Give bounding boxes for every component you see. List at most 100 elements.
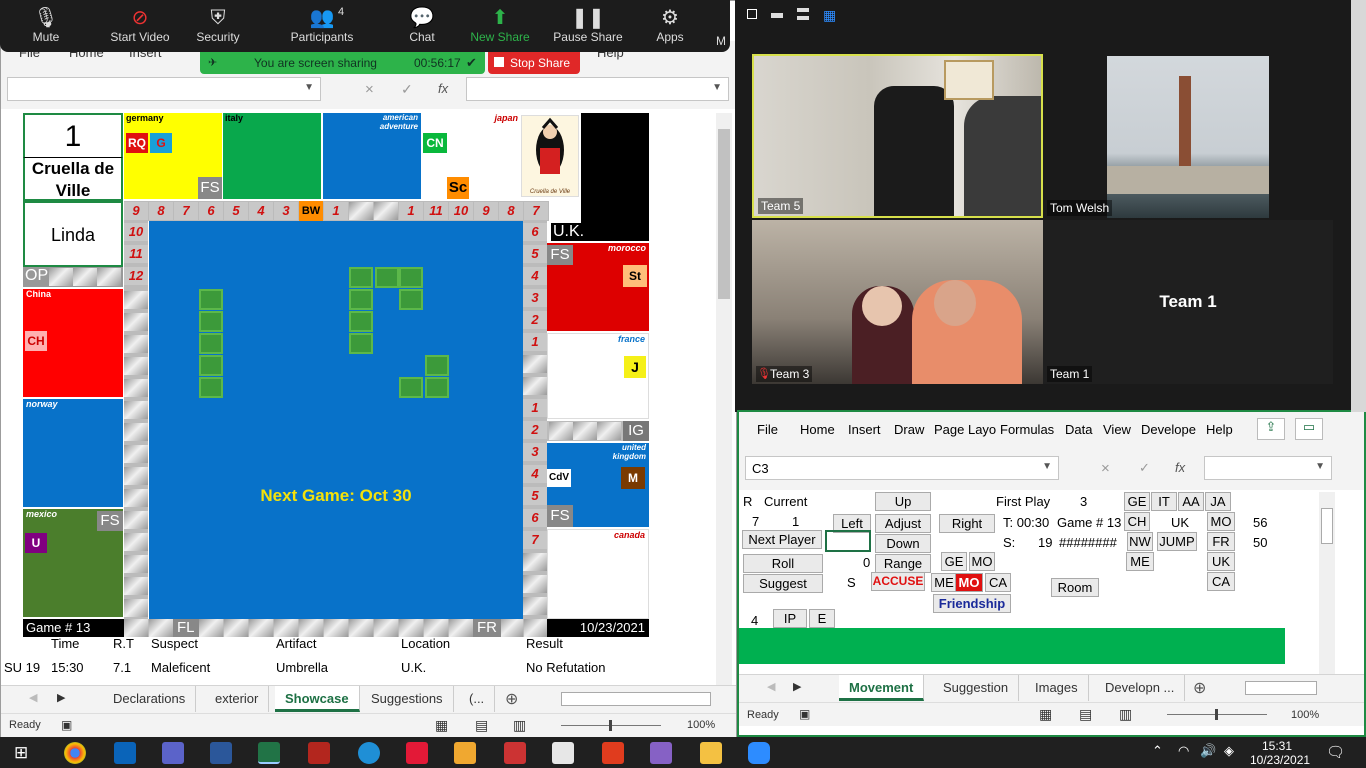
chevron-up-icon[interactable]: ⌃ xyxy=(1152,743,1163,759)
vertical-scrollbar[interactable] xyxy=(716,113,732,687)
me-button[interactable]: ME xyxy=(1126,552,1154,571)
page-layout-icon[interactable]: ▤ xyxy=(475,717,488,734)
video-tile-tom-welsh[interactable]: Tom Welsh xyxy=(1043,54,1333,218)
file-explorer-icon[interactable] xyxy=(700,742,722,764)
window-icon[interactable] xyxy=(747,9,757,19)
graph-app-icon[interactable] xyxy=(504,742,526,764)
chevron-down-icon[interactable]: ▼ xyxy=(712,82,722,93)
ribbon-data[interactable]: Data xyxy=(1065,422,1092,437)
formula-input[interactable]: ▼ xyxy=(466,77,729,101)
zoom-app-icon[interactable] xyxy=(748,742,770,764)
page-break-icon[interactable]: ▥ xyxy=(513,717,526,734)
scroll-thumb[interactable] xyxy=(718,129,730,299)
enter-icon[interactable]: ✓ xyxy=(1139,460,1150,476)
tab-next-icon[interactable]: ▶ xyxy=(793,680,801,693)
ribbon-draw[interactable]: Draw xyxy=(894,422,924,437)
add-sheet-icon[interactable]: ⊕ xyxy=(505,689,518,709)
start-video-button[interactable]: ⊘ Start Video xyxy=(96,6,184,44)
ribbon-formulas[interactable]: Formulas xyxy=(1000,422,1054,437)
ca-button-2[interactable]: CA xyxy=(985,573,1011,592)
windows-start-icon[interactable]: ⊞ xyxy=(14,743,28,763)
horizontal-scrollbar[interactable] xyxy=(561,692,711,706)
gallery-view-icon[interactable]: ▦ xyxy=(823,7,836,24)
ge-button[interactable]: GE xyxy=(1124,492,1150,511)
mute-button[interactable]: 🎙 Mute xyxy=(6,6,86,44)
ge-button-2[interactable]: GE xyxy=(941,552,967,571)
friendship-button[interactable]: Friendship xyxy=(933,594,1011,613)
adjust-button[interactable]: Adjust xyxy=(875,514,931,533)
pin-icon[interactable]: ✈ xyxy=(208,56,217,69)
video-tile-team3[interactable]: Team 3 🎙 xyxy=(752,220,1043,384)
page-layout-icon[interactable]: ▤ xyxy=(1079,706,1092,723)
e-button[interactable]: E xyxy=(809,609,835,628)
ribbon-insert[interactable]: Insert xyxy=(848,422,881,437)
volume-icon[interactable]: 🔊 xyxy=(1200,743,1216,759)
chevron-down-icon[interactable]: ▼ xyxy=(304,82,314,93)
tab-suggestion[interactable]: Suggestion xyxy=(933,675,1020,701)
up-button[interactable]: Up xyxy=(875,492,931,511)
me-button-2[interactable]: ME xyxy=(931,573,957,592)
accessibility-icon[interactable]: ▣ xyxy=(799,707,810,721)
ribbon-help[interactable]: Help xyxy=(1206,422,1233,437)
tab-more[interactable]: (... xyxy=(459,686,496,712)
roll-button[interactable]: Roll xyxy=(743,554,823,573)
wifi-icon[interactable]: ◠ xyxy=(1178,743,1189,759)
mo-button-2[interactable]: MO xyxy=(969,552,995,571)
internet-explorer-icon[interactable] xyxy=(358,742,380,764)
next-player-button[interactable]: Next Player xyxy=(742,530,822,549)
add-sheet-icon[interactable]: ⊕ xyxy=(1193,678,1206,698)
stop-share-button[interactable]: Stop Share xyxy=(488,52,580,74)
new-share-button[interactable]: ⬆ New Share xyxy=(460,6,540,44)
office-icon[interactable] xyxy=(602,742,624,764)
sheet-grid[interactable]: 1 Cruella de Ville Linda OP germany RQ G… xyxy=(1,111,716,687)
aa-button[interactable]: AA xyxy=(1178,492,1204,511)
tab-declarations[interactable]: Declarations xyxy=(103,686,197,712)
media-player-icon[interactable] xyxy=(454,742,476,764)
chevron-down-icon[interactable]: ▼ xyxy=(1315,461,1325,472)
chevron-down-icon[interactable]: ▼ xyxy=(1042,461,1052,472)
ribbon-developer[interactable]: Develope xyxy=(1141,422,1196,437)
tab-images[interactable]: Images xyxy=(1025,675,1089,701)
function-icon[interactable]: fx xyxy=(438,81,448,96)
zoom-thumb[interactable] xyxy=(1215,709,1218,720)
tab-movement[interactable]: Movement xyxy=(839,675,925,701)
excel-icon[interactable] xyxy=(258,742,280,764)
chrome-icon[interactable] xyxy=(64,742,86,764)
ribbon-page-layout[interactable]: Page Layo xyxy=(934,422,996,437)
it-button[interactable]: IT xyxy=(1151,492,1177,511)
ribbon-file[interactable]: File xyxy=(757,422,778,437)
zoom-slider[interactable] xyxy=(1167,709,1267,720)
zoom-slider[interactable] xyxy=(561,720,661,731)
dropbox-icon[interactable]: ◈ xyxy=(1224,743,1234,759)
visual-studio-icon[interactable] xyxy=(650,742,672,764)
ribbon-view[interactable]: View xyxy=(1103,422,1131,437)
fr-button[interactable]: FR xyxy=(1207,532,1235,551)
horizontal-scrollbar[interactable] xyxy=(1245,681,1317,695)
enter-icon[interactable]: ✓ xyxy=(401,81,413,98)
ja-button[interactable]: JA xyxy=(1205,492,1231,511)
filezilla-icon[interactable] xyxy=(308,742,330,764)
tab-showcase[interactable]: Showcase xyxy=(275,686,360,712)
tab-prev-icon[interactable]: ◀ xyxy=(767,680,775,693)
tab-suggestions[interactable]: Suggestions xyxy=(361,686,454,712)
scroll-thumb[interactable] xyxy=(1321,508,1333,544)
jump-button[interactable]: JUMP xyxy=(1157,532,1197,551)
cancel-icon[interactable]: × xyxy=(365,81,374,98)
accessibility-icon[interactable]: ▣ xyxy=(61,718,72,732)
formula-input[interactable]: ▼ xyxy=(1204,456,1332,480)
video-tile-team5[interactable]: Team 5 xyxy=(752,54,1043,218)
accuse-button[interactable]: ACCUSE xyxy=(871,572,925,591)
uk-button[interactable]: UK xyxy=(1207,552,1235,571)
tab-next-icon[interactable]: ▶ xyxy=(57,691,65,704)
tab-prev-icon[interactable]: ◀ xyxy=(29,691,37,704)
apps-button[interactable]: ⚙ Apps xyxy=(630,6,710,44)
ribbon-home[interactable]: Home xyxy=(800,422,835,437)
tab-development[interactable]: Developn ... xyxy=(1095,675,1186,701)
name-box[interactable]: C3 ▼ xyxy=(745,456,1059,480)
mo-button[interactable]: MO xyxy=(1207,512,1235,531)
minimize-icon[interactable] xyxy=(771,13,783,18)
ip-button[interactable]: IP xyxy=(773,609,807,628)
room-button[interactable]: Room xyxy=(1051,578,1099,597)
security-button[interactable]: ⛨ Security xyxy=(178,6,258,44)
nw-button[interactable]: NW xyxy=(1127,532,1153,551)
